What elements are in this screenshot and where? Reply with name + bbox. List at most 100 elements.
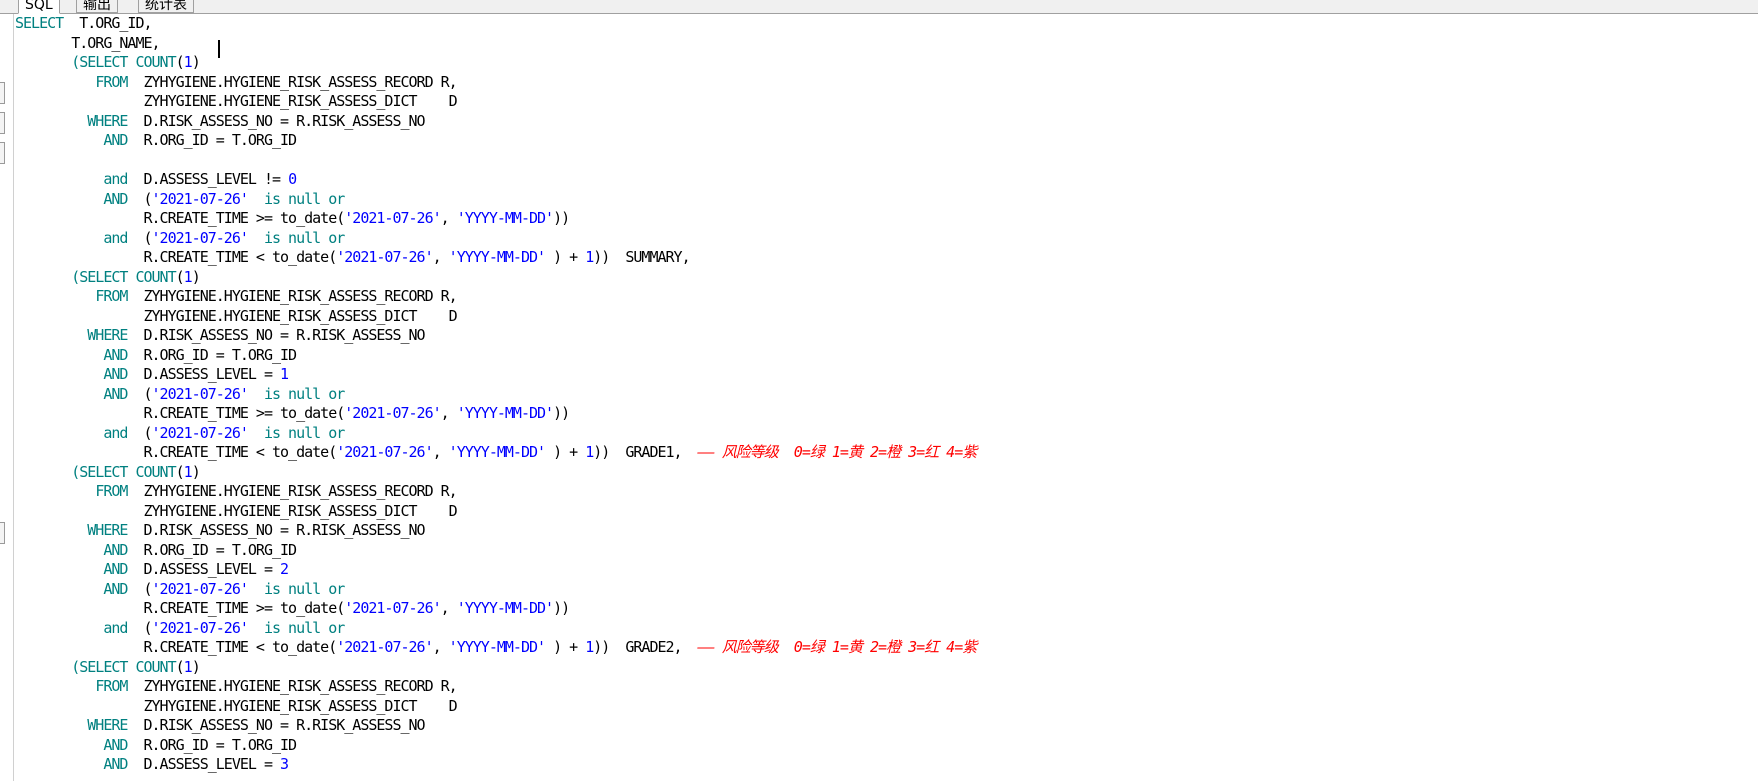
code-text: R.CREATE_TIME >= to_date( [15, 404, 345, 422]
code-line[interactable]: and ('2021-07-26' is null or [15, 619, 1755, 639]
code-text: ( [175, 657, 185, 676]
tab-statistics[interactable]: 统计表 [138, 0, 194, 13]
code-keyword: AND [103, 540, 128, 559]
sql-code-editor[interactable]: SELECT T.ORG_ID, T.ORG_NAME, (SELECT COU… [15, 14, 1755, 781]
code-text: D.ASSESS_LEVEL = [127, 365, 281, 383]
code-line[interactable]: FROM ZYHYGIENE.HYGIENE_RISK_ASSESS_RECOR… [15, 482, 1755, 502]
code-text: ZYHYGIENE.HYGIENE_RISK_ASSESS_DICT D [15, 92, 457, 110]
tab-output[interactable]: 输出 [76, 0, 118, 13]
gutter-marker [0, 522, 5, 544]
code-line[interactable]: WHERE D.RISK_ASSESS_NO = R.RISK_ASSESS_N… [15, 112, 1755, 132]
code-line[interactable]: AND R.ORG_ID = T.ORG_ID [15, 736, 1755, 756]
code-text: D.RISK_ASSESS_NO = R.RISK_ASSESS_NO [127, 326, 425, 344]
code-keyword: FROM [95, 72, 128, 91]
code-string: 'YYYY-MM-DD' [456, 599, 554, 617]
code-text: ( [175, 53, 185, 71]
code-line[interactable]: FROM ZYHYGIENE.HYGIENE_RISK_ASSESS_RECOR… [15, 677, 1755, 697]
code-line[interactable]: FROM ZYHYGIENE.HYGIENE_RISK_ASSESS_RECOR… [15, 287, 1755, 307]
code-keyword: AND [103, 365, 128, 383]
code-text: )) SUMMARY, [593, 248, 690, 266]
code-line[interactable]: AND ('2021-07-26' is null or [15, 580, 1755, 600]
gutter-marker [0, 82, 5, 104]
code-line[interactable]: R.CREATE_TIME < to_date('2021-07-26', 'Y… [15, 248, 1755, 268]
code-line[interactable]: R.CREATE_TIME >= to_date('2021-07-26', '… [15, 209, 1755, 229]
code-text: )) [553, 404, 570, 422]
code-comment: —— 风险等级 0=绿 1=黄 2=橙 3=红 4=紫 [697, 638, 978, 656]
code-line[interactable]: (SELECT COUNT(1) [15, 463, 1755, 483]
code-line[interactable]: (SELECT COUNT(1) [15, 53, 1755, 73]
code-text: ) [191, 462, 201, 481]
code-keyword: SELECT [15, 14, 64, 32]
code-line[interactable]: ZYHYGIENE.HYGIENE_RISK_ASSESS_DICT D [15, 307, 1755, 327]
code-number: 0 [288, 170, 297, 188]
code-keyword: AND [103, 735, 128, 754]
code-line[interactable]: (SELECT COUNT(1) [15, 268, 1755, 288]
code-line[interactable]: WHERE D.RISK_ASSESS_NO = R.RISK_ASSESS_N… [15, 326, 1755, 346]
code-text: D.RISK_ASSESS_NO = R.RISK_ASSESS_NO [127, 521, 425, 539]
code-line[interactable]: R.CREATE_TIME >= to_date('2021-07-26', '… [15, 404, 1755, 424]
code-line[interactable]: and ('2021-07-26' is null or [15, 424, 1755, 444]
code-line[interactable]: ZYHYGIENE.HYGIENE_RISK_ASSESS_DICT D [15, 502, 1755, 522]
code-text: ZYHYGIENE.HYGIENE_RISK_ASSESS_DICT D [15, 501, 457, 520]
code-number: 2 [280, 560, 289, 578]
code-line[interactable]: AND ('2021-07-26' is null or [15, 190, 1755, 210]
code-line[interactable]: AND R.ORG_ID = T.ORG_ID [15, 346, 1755, 366]
code-text: R.CREATE_TIME < to_date( [15, 443, 337, 461]
code-line[interactable]: and D.ASSESS_LEVEL != 0 [15, 170, 1755, 190]
code-line[interactable]: AND R.ORG_ID = T.ORG_ID [15, 131, 1755, 151]
code-keyword: is null or [263, 384, 345, 403]
code-string: '2021-07-26' [151, 384, 249, 403]
code-line[interactable]: FROM ZYHYGIENE.HYGIENE_RISK_ASSESS_RECOR… [15, 73, 1755, 93]
code-text: ZYHYGIENE.HYGIENE_RISK_ASSESS_DICT D [15, 696, 457, 715]
code-keyword: and [103, 228, 128, 247]
code-line[interactable]: R.CREATE_TIME >= to_date('2021-07-26', '… [15, 599, 1755, 619]
code-text: R.ORG_ID = T.ORG_ID [127, 540, 297, 559]
code-line[interactable]: WHERE D.RISK_ASSESS_NO = R.RISK_ASSESS_N… [15, 521, 1755, 541]
code-line[interactable]: WHERE D.RISK_ASSESS_NO = R.RISK_ASSESS_N… [15, 716, 1755, 736]
code-keyword: AND [103, 345, 128, 364]
gutter-marker [0, 142, 5, 164]
code-string: 'YYYY-MM-DD' [456, 209, 554, 227]
code-text: ZYHYGIENE.HYGIENE_RISK_ASSESS_RECORD R, [127, 677, 457, 695]
code-keyword: AND [103, 579, 128, 598]
code-line[interactable]: AND R.ORG_ID = T.ORG_ID [15, 541, 1755, 561]
code-keyword: (SELECT COUNT [71, 267, 176, 286]
code-line[interactable]: ZYHYGIENE.HYGIENE_RISK_ASSESS_DICT D [15, 697, 1755, 717]
code-line[interactable]: SELECT T.ORG_ID, [15, 14, 1755, 34]
code-text: )) [553, 209, 570, 227]
code-line[interactable]: R.CREATE_TIME < to_date('2021-07-26', 'Y… [15, 638, 1755, 658]
code-line[interactable]: ZYHYGIENE.HYGIENE_RISK_ASSESS_DICT D [15, 92, 1755, 112]
code-line[interactable] [15, 151, 1755, 171]
code-text: ( [127, 384, 152, 403]
code-line[interactable]: AND D.ASSESS_LEVEL = 2 [15, 560, 1755, 580]
tab-sql[interactable]: SQL [18, 0, 60, 14]
code-line[interactable]: R.CREATE_TIME < to_date('2021-07-26', 'Y… [15, 443, 1755, 463]
code-line[interactable]: AND D.ASSESS_LEVEL = 3 [15, 755, 1755, 775]
code-text: R.CREATE_TIME >= to_date( [15, 599, 345, 617]
code-keyword: FROM [95, 677, 128, 695]
code-keyword: AND [103, 189, 128, 208]
code-text: )) GRADE2, [593, 638, 698, 656]
code-keyword: WHERE [87, 716, 128, 734]
code-keyword: AND [103, 560, 128, 578]
code-string: 'YYYY-MM-DD' [448, 638, 546, 656]
code-line[interactable]: AND D.ASSESS_LEVEL = 1 [15, 365, 1755, 385]
code-line[interactable]: AND ('2021-07-26' is null or [15, 385, 1755, 405]
code-text: T.ORG_NAME, [15, 33, 160, 52]
code-string: 'YYYY-MM-DD' [448, 443, 546, 461]
code-line[interactable]: and ('2021-07-26' is null or [15, 229, 1755, 249]
code-line[interactable]: (SELECT COUNT(1) [15, 658, 1755, 678]
code-text: ( [127, 189, 152, 208]
code-text: ) [191, 53, 201, 71]
code-line[interactable]: T.ORG_NAME, [15, 34, 1755, 54]
